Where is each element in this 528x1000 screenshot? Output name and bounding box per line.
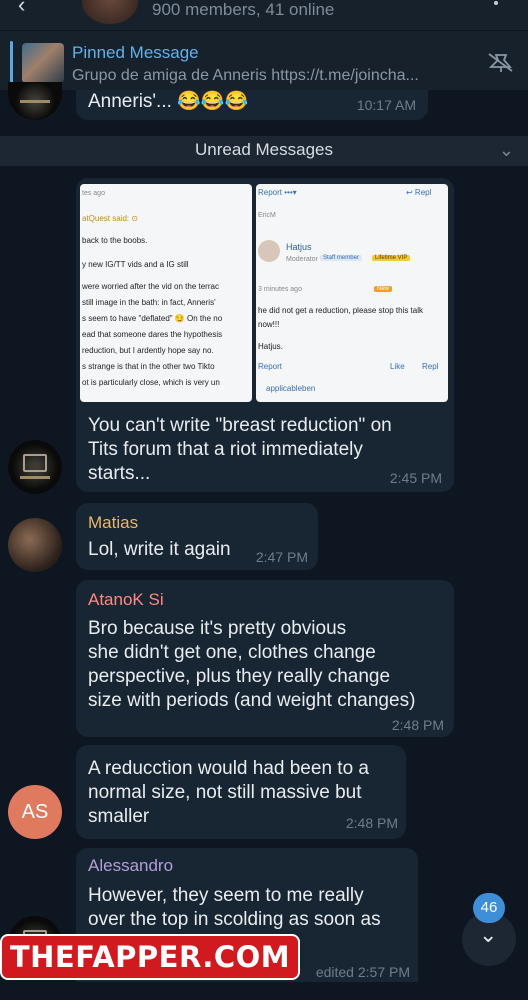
pinned-title: Pinned Message	[72, 43, 199, 62]
message-time: 2:48 PM	[345, 815, 398, 831]
sender-avatar-as[interactable]: AS	[8, 785, 62, 839]
avatar-logo	[23, 454, 47, 472]
pinned-message-bar[interactable]: Pinned Message Grupo de amiga de Anneris…	[0, 30, 528, 90]
back-arrow-icon[interactable]: ‹	[18, 0, 25, 18]
message-text: You can't write "breast reduction" on Ti…	[88, 415, 392, 484]
avatar-logo-line	[20, 100, 50, 103]
message-time: 2:47 PM	[255, 549, 308, 565]
unread-messages-divider: Unread Messages ⌄	[0, 136, 528, 166]
forum-screenshot-left[interactable]: tes ago atQuest said: ⊙ back to the boob…	[80, 184, 252, 402]
message-time: 10:17 AM	[356, 97, 416, 113]
message-text: Bro because it's pretty obvious she didn…	[88, 618, 416, 711]
sender-name[interactable]: Matias	[88, 513, 138, 533]
message-bubble[interactable]: A reducction would had been to a normal …	[76, 745, 406, 839]
message-bubble[interactable]: AtanoK Si Bro because it's pretty obviou…	[76, 580, 454, 737]
shot-text: he did not get a reduction, please stop …	[258, 306, 423, 315]
shot-text: applicableben	[266, 384, 316, 393]
message-time: 2:45 PM	[389, 470, 442, 486]
shot-text: 3 minutes ago	[258, 286, 302, 293]
message-time: edited 2:57 PM	[315, 964, 410, 980]
shot-text: still image in the bath: in fact, Anneri…	[82, 298, 216, 307]
sender-name[interactable]: AtanoK Si	[88, 590, 164, 610]
sender-avatar[interactable]	[8, 440, 62, 494]
shot-text: now!!!	[258, 320, 280, 329]
message-bubble[interactable]: Matias Lol, write it again 2:47 PM	[76, 503, 318, 570]
chevron-down-icon[interactable]: ⌄	[499, 136, 514, 164]
forum-avatar	[258, 240, 280, 262]
shot-text: y new IG/TT vids and a IG still	[82, 260, 189, 269]
shot-text: atQuest said: ⊙	[82, 214, 139, 223]
message-bubble[interactable]: Anneris'... 😂😂😂 10:17 AM	[76, 90, 428, 120]
avatar-logo-line	[20, 476, 50, 479]
message-text: A reducction would had been to a normal …	[88, 758, 369, 827]
pinned-subtitle: Grupo de amiga de Anneris https://t.me/j…	[72, 67, 419, 84]
shot-text: Report	[258, 362, 283, 371]
shot-text: s seem to have "deflated" 😏 On the no	[82, 314, 223, 323]
shot-text: reduction, but I ardently hope say no.	[82, 346, 214, 355]
pinned-accent-line	[10, 41, 13, 85]
shot-text: back to the boobs.	[82, 236, 148, 245]
shot-text: ead that someone dares the hypothesis	[82, 330, 223, 339]
shot-text: Hatjus.	[258, 342, 283, 351]
shot-text: ot is particularly close, which is very …	[82, 378, 220, 387]
shot-text: Report •••▾	[258, 188, 297, 197]
member-count: 900 members, 41 online	[152, 0, 335, 19]
media-album[interactable]: tes ago atQuest said: ⊙ back to the boob…	[80, 184, 448, 402]
shot-text: s strange is that in the other two Tikto	[82, 362, 215, 371]
pinned-thumbnail	[22, 43, 64, 83]
group-avatar[interactable]	[82, 0, 138, 24]
new-badge: New	[374, 286, 393, 292]
sender-avatar-matias[interactable]	[8, 518, 62, 572]
unread-label: Unread Messages	[195, 140, 333, 159]
vip-badge: Lifetime VIP	[372, 255, 411, 261]
forum-screenshot-right[interactable]: Report •••▾ ↩ Repl EricM Hatjus Moderato…	[256, 184, 448, 402]
shot-text: were worried after the vid on the terrac	[82, 282, 219, 291]
shot-text: Moderator	[286, 256, 318, 263]
sender-name[interactable]: Alessandro	[88, 856, 173, 876]
shot-text: Hatjus	[286, 242, 312, 252]
staff-badge: Staff member	[320, 255, 362, 261]
watermark-logo: THEFAPPER.COM	[0, 934, 300, 980]
shot-text: tes ago	[82, 190, 105, 197]
shot-text: ↩ Repl	[406, 188, 432, 197]
more-menu-icon[interactable]	[494, 1, 498, 5]
shot-text: EricM	[258, 212, 276, 219]
chevron-down-icon: ⌄	[479, 922, 498, 947]
shot-text: Like	[390, 362, 405, 371]
unread-count-badge: 46	[473, 893, 505, 923]
chat-header: ‹ 900 members, 41 online	[0, 0, 528, 30]
pin-list-icon[interactable]	[488, 51, 514, 73]
bottom-bar	[0, 982, 528, 1000]
shot-text: Repl	[422, 362, 439, 371]
message-text: Lol, write it again	[88, 539, 231, 560]
sender-avatar[interactable]	[8, 82, 62, 120]
message-text: Anneris'... 😂😂😂	[88, 91, 249, 112]
message-time: 2:48 PM	[391, 717, 444, 733]
